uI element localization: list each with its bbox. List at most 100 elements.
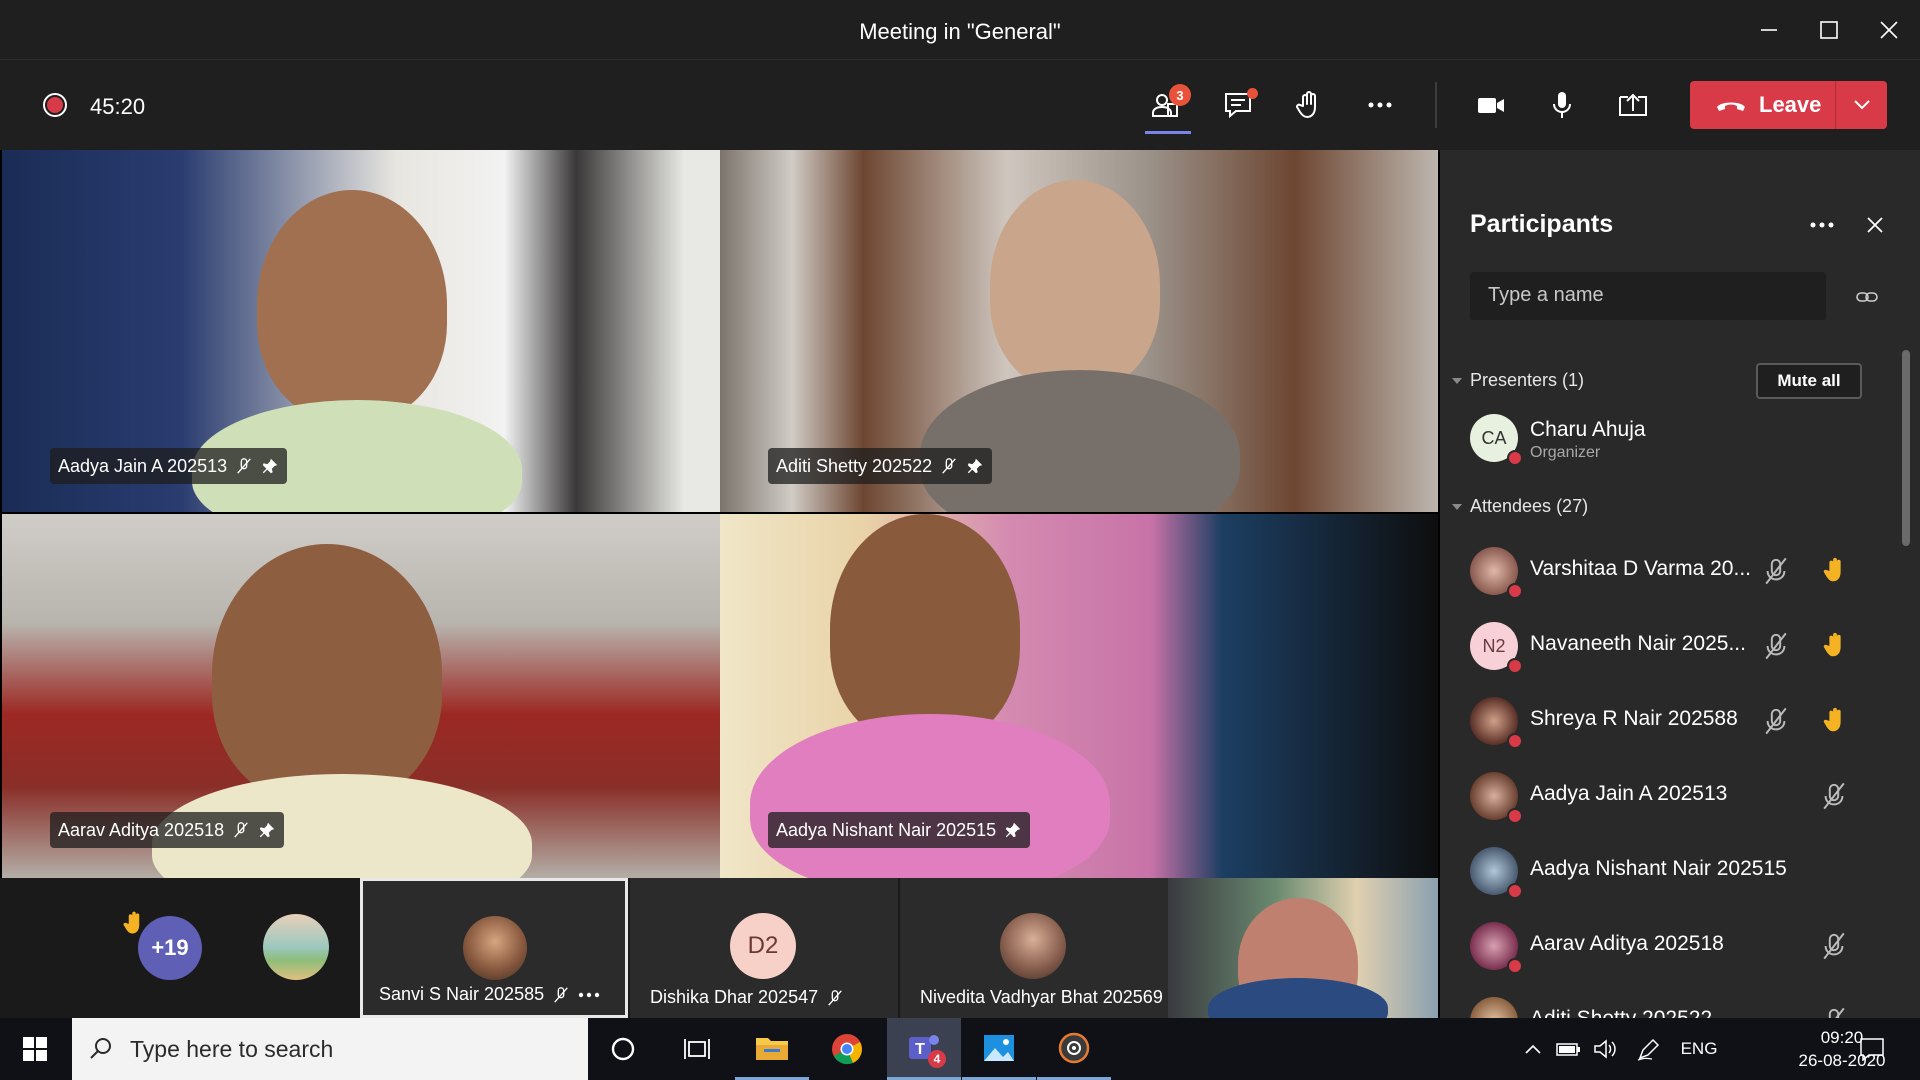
task-view-button[interactable] bbox=[660, 1018, 734, 1080]
participant-avatar bbox=[1470, 997, 1518, 1018]
cortana-icon bbox=[611, 1037, 635, 1061]
leave-options-button[interactable] bbox=[1836, 81, 1887, 129]
maximize-icon bbox=[1820, 21, 1838, 39]
panel-close-button[interactable] bbox=[1860, 210, 1890, 240]
mic-off-icon bbox=[1765, 632, 1787, 660]
media-app-button[interactable] bbox=[1037, 1018, 1111, 1080]
microphone-button[interactable] bbox=[1537, 80, 1587, 130]
mic-off-icon bbox=[237, 458, 251, 474]
minimize-icon bbox=[1761, 29, 1777, 31]
status-dot bbox=[1507, 733, 1523, 749]
leave-button[interactable]: Leave bbox=[1690, 81, 1835, 129]
attendee-row[interactable]: Aarav Aditya 202518 bbox=[1440, 910, 1910, 985]
folder-icon bbox=[756, 1037, 788, 1060]
status-dot bbox=[1507, 883, 1523, 899]
raise-hand-button[interactable] bbox=[1284, 80, 1334, 130]
maximize-button[interactable] bbox=[1809, 14, 1849, 46]
panel-more-button[interactable] bbox=[1802, 210, 1842, 240]
video-name: Aadya Jain A 202513 bbox=[58, 455, 228, 476]
presenters-section-header[interactable]: Presenters (1) bbox=[1452, 370, 1584, 391]
start-button[interactable] bbox=[0, 1018, 70, 1080]
file-explorer-button[interactable] bbox=[735, 1018, 809, 1080]
camera-button[interactable] bbox=[1466, 80, 1516, 130]
video-tile-2[interactable]: Aditi Shetty 202522 bbox=[720, 150, 1438, 512]
panel-scrollbar[interactable] bbox=[1902, 350, 1910, 546]
participant-name: Charu Ahuja bbox=[1530, 418, 1646, 441]
close-window-button[interactable] bbox=[1869, 14, 1909, 46]
taskbar-search-placeholder: Type here to search bbox=[130, 1035, 334, 1062]
participant-avatar-image[interactable] bbox=[263, 914, 329, 980]
attendee-row[interactable]: N2 Navaneeth Nair 2025... bbox=[1440, 610, 1910, 685]
raised-hand-icon bbox=[1823, 557, 1841, 582]
status-dot bbox=[1507, 450, 1523, 466]
video-name: Aarav Aditya 202518 bbox=[58, 819, 225, 840]
unread-dot bbox=[1247, 88, 1258, 99]
notifications-icon bbox=[1860, 1038, 1884, 1061]
tile-name: Sanvi S Nair 202585 bbox=[379, 984, 545, 1004]
participant-search-input[interactable] bbox=[1470, 272, 1826, 320]
share-screen-button[interactable] bbox=[1608, 80, 1658, 130]
teams-button[interactable]: T 4 bbox=[887, 1018, 961, 1080]
svg-text:T: T bbox=[915, 1041, 925, 1058]
minimize-button[interactable] bbox=[1749, 14, 1789, 46]
leave-label: Leave bbox=[1759, 92, 1822, 117]
participant-video-figure bbox=[990, 180, 1160, 390]
attendees-section-header[interactable]: Attendees (27) bbox=[1452, 496, 1588, 517]
battery-button[interactable] bbox=[1552, 1018, 1586, 1080]
taskbar-search-box[interactable]: Type here to search bbox=[72, 1018, 588, 1080]
mic-off-icon bbox=[1823, 782, 1845, 810]
participant-name: Aadya Jain A 202513 bbox=[1530, 782, 1728, 805]
task-view-icon bbox=[684, 1039, 710, 1059]
hang-up-icon bbox=[1717, 102, 1745, 111]
language-indicator[interactable]: ENG bbox=[1676, 1018, 1722, 1080]
attendee-row[interactable]: Aadya Nishant Nair 202515 bbox=[1440, 835, 1910, 910]
photos-button[interactable] bbox=[962, 1018, 1036, 1080]
participant-avatar bbox=[1000, 913, 1066, 979]
action-center-button[interactable] bbox=[1850, 1018, 1894, 1080]
mic-off-icon bbox=[234, 822, 248, 838]
participant-video-figure bbox=[257, 190, 447, 420]
overflow-participants-button[interactable]: +19 bbox=[138, 916, 202, 980]
tile-name-row: Dishika Dhar 202547 bbox=[650, 987, 844, 1008]
participant-video-figure bbox=[212, 544, 442, 804]
chrome-button[interactable] bbox=[810, 1018, 884, 1080]
close-icon bbox=[1867, 217, 1883, 233]
show-conversation-button[interactable] bbox=[1213, 80, 1263, 130]
participants-panel: Participants Presenters (1) Mute all CA … bbox=[1440, 150, 1920, 1018]
title-bar: Meeting in "General" bbox=[0, 0, 1920, 60]
attendee-row[interactable]: Shreya R Nair 202588 bbox=[1440, 685, 1910, 760]
cortana-button[interactable] bbox=[586, 1018, 660, 1080]
show-hidden-icons-button[interactable] bbox=[1518, 1018, 1548, 1080]
status-dot bbox=[1507, 658, 1523, 674]
battery-icon bbox=[1556, 1043, 1580, 1056]
status-dot bbox=[1507, 808, 1523, 824]
attendee-row[interactable]: Aditi Shetty 202522 bbox=[1440, 985, 1910, 1018]
self-video-tile[interactable] bbox=[1168, 878, 1438, 1038]
mic-off-icon bbox=[1765, 707, 1787, 735]
hand-icon bbox=[1296, 91, 1316, 118]
volume-button[interactable] bbox=[1588, 1018, 1622, 1080]
video-tile-1[interactable]: Aadya Jain A 202513 bbox=[2, 150, 720, 512]
attendee-row[interactable]: Varshitaa D Varma 20... bbox=[1440, 535, 1910, 610]
video-tile-4[interactable]: Aadya Nishant Nair 202515 bbox=[720, 514, 1438, 878]
mute-all-button[interactable]: Mute all bbox=[1756, 363, 1862, 399]
participant-tile-sanvi[interactable]: Sanvi S Nair 202585 bbox=[360, 878, 628, 1018]
participant-row-organizer[interactable]: CA Charu Ahuja Organizer bbox=[1440, 402, 1910, 477]
video-tile-3[interactable]: Aarav Aditya 202518 bbox=[2, 514, 720, 878]
attendee-row[interactable]: Aadya Jain A 202513 bbox=[1440, 760, 1910, 835]
active-indicator bbox=[1145, 131, 1191, 134]
raised-hand-icon bbox=[1823, 632, 1841, 657]
raised-hand-icon bbox=[1823, 707, 1841, 732]
pin-icon bbox=[967, 458, 983, 474]
pen-button[interactable] bbox=[1632, 1018, 1666, 1080]
share-invite-button[interactable] bbox=[1852, 282, 1882, 312]
more-actions-button[interactable] bbox=[1355, 80, 1405, 130]
pin-icon bbox=[259, 822, 275, 838]
participant-tile-dishika[interactable]: D2 Dishika Dhar 202547 bbox=[630, 878, 898, 1018]
participant-tile-nivedita[interactable]: Nivedita Vadhyar Bhat 202569 bbox=[900, 878, 1168, 1018]
show-participants-button[interactable]: 3 bbox=[1141, 80, 1191, 134]
more-icon[interactable] bbox=[578, 992, 600, 998]
participant-initials-avatar: D2 bbox=[730, 913, 796, 979]
participant-role: Organizer bbox=[1530, 444, 1601, 461]
recording-icon bbox=[43, 93, 67, 117]
